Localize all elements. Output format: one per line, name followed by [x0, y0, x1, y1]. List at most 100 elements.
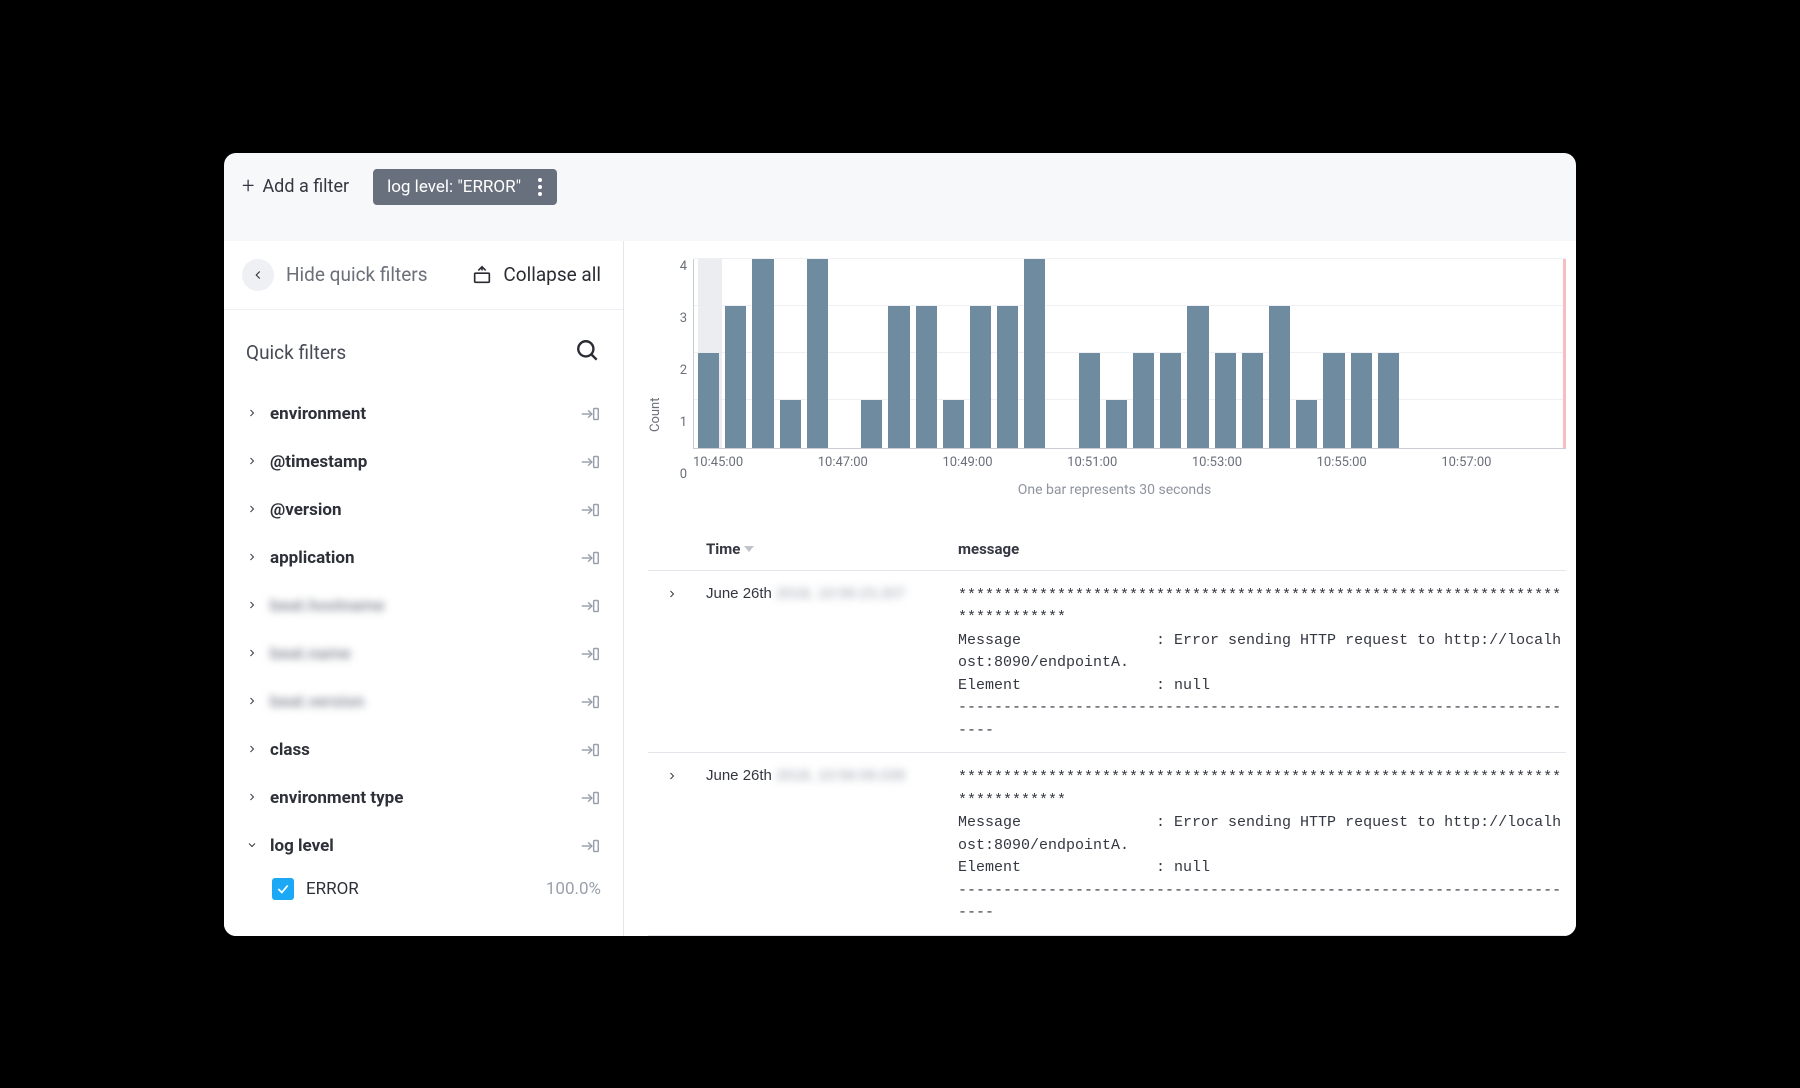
histogram-bar[interactable] — [1269, 306, 1290, 448]
histogram-bar[interactable] — [1215, 353, 1236, 448]
histogram-bar[interactable] — [725, 306, 746, 448]
move-column-icon[interactable] — [579, 692, 601, 712]
quick-filter-label: beat.version — [270, 692, 364, 712]
table-row: June 26th 2018, 10:56:09.039************… — [648, 753, 1566, 936]
x-tick: 10:45:00 — [693, 455, 818, 470]
quick-filter-label: application — [270, 548, 355, 568]
histogram-bar[interactable] — [752, 259, 773, 448]
quick-filter-label: @version — [270, 500, 342, 520]
histogram-chart: Count 43210 10:45:0010:47:0010:49:0010:5… — [648, 259, 1566, 530]
quick-filter-item-log-level[interactable]: log level — [246, 822, 601, 870]
histogram-bar[interactable] — [943, 400, 964, 447]
histogram-bar[interactable] — [1323, 353, 1344, 448]
x-tick: 10:47:00 — [818, 455, 943, 470]
quick-filter-item-beat-version[interactable]: beat.version — [246, 678, 601, 726]
expand-row-button[interactable] — [666, 585, 706, 605]
add-filter-button[interactable]: + Add a filter — [242, 174, 349, 199]
quick-filter-item-beat-hostname[interactable]: beat.hostname — [246, 582, 601, 630]
content-pane: Count 43210 10:45:0010:47:0010:49:0010:5… — [624, 241, 1576, 936]
quick-filter-label: log level — [270, 836, 334, 856]
histogram-bar[interactable] — [1079, 353, 1100, 448]
quick-filter-item-environment[interactable]: environment — [246, 390, 601, 438]
move-column-icon[interactable] — [579, 836, 601, 856]
chart-y-ticks: 43210 — [663, 259, 687, 482]
quick-filter-item-application[interactable]: application — [246, 534, 601, 582]
chevron-right-icon — [246, 596, 260, 616]
quick-filter-label: beat.name — [270, 644, 351, 664]
column-header-message[interactable]: message — [958, 540, 1566, 558]
chevron-right-icon — [246, 500, 260, 520]
quick-filter-item--version[interactable]: @version — [246, 486, 601, 534]
chevron-right-icon — [246, 692, 260, 712]
y-tick: 4 — [663, 259, 687, 274]
histogram-bar[interactable] — [780, 400, 801, 447]
quick-filter-item--timestamp[interactable]: @timestamp — [246, 438, 601, 486]
quick-filter-label: beat.hostname — [270, 596, 384, 616]
quick-filter-item-environment-type[interactable]: environment type — [246, 774, 601, 822]
quick-filter-value-pct: 100.0% — [546, 879, 601, 899]
quick-filters-title: Quick filters — [246, 341, 346, 364]
x-tick: 10:53:00 — [1192, 455, 1317, 470]
histogram-bar[interactable] — [1106, 400, 1127, 447]
table-row: June 26th 2018, 10:56:23.207************… — [648, 571, 1566, 754]
x-tick: 10:51:00 — [1067, 455, 1192, 470]
expand-row-button[interactable] — [666, 767, 706, 787]
results-table-header: Time message — [648, 530, 1566, 571]
filter-bar: + Add a filter log level: "ERROR" — [224, 153, 1576, 241]
histogram-bar[interactable] — [698, 353, 719, 448]
histogram-bar[interactable] — [1024, 259, 1045, 448]
histogram-bar[interactable] — [997, 306, 1018, 448]
chart-end-marker — [1563, 259, 1566, 448]
x-tick: 10:55:00 — [1317, 455, 1442, 470]
chart-y-axis-label: Count — [648, 259, 663, 530]
filter-chip-loglevel[interactable]: log level: "ERROR" — [373, 169, 557, 205]
collapse-all-button[interactable]: Collapse all — [471, 263, 601, 286]
quick-filter-value-error[interactable]: ERROR100.0% — [246, 870, 601, 914]
chart-x-ticks: 10:45:0010:47:0010:49:0010:51:0010:53:00… — [693, 449, 1566, 470]
histogram-bar[interactable] — [1378, 353, 1399, 448]
chevron-right-icon — [246, 452, 260, 472]
quick-filter-label: @timestamp — [270, 452, 367, 472]
histogram-bar[interactable] — [1160, 353, 1181, 448]
chevron-down-icon — [246, 836, 260, 856]
chevron-right-icon — [246, 788, 260, 808]
plus-icon: + — [242, 174, 254, 199]
move-column-icon[interactable] — [579, 548, 601, 568]
chevron-left-icon — [242, 259, 274, 291]
chart-plot-area[interactable] — [693, 259, 1566, 449]
histogram-bar[interactable] — [1133, 353, 1154, 448]
checkbox-checked-icon[interactable] — [272, 878, 294, 900]
more-vertical-icon[interactable] — [531, 178, 549, 196]
chevron-right-icon — [246, 548, 260, 568]
move-column-icon[interactable] — [579, 452, 601, 472]
histogram-bar[interactable] — [861, 400, 882, 447]
move-column-icon[interactable] — [579, 788, 601, 808]
histogram-bar[interactable] — [1296, 400, 1317, 447]
move-column-icon[interactable] — [579, 500, 601, 520]
search-icon[interactable] — [575, 338, 601, 368]
move-column-icon[interactable] — [579, 596, 601, 616]
chart-caption: One bar represents 30 seconds — [663, 482, 1566, 498]
histogram-bar[interactable] — [1351, 353, 1372, 448]
quick-filter-item-class[interactable]: class — [246, 726, 601, 774]
y-tick: 1 — [663, 415, 687, 430]
move-column-icon[interactable] — [579, 404, 601, 424]
histogram-bar[interactable] — [1187, 306, 1208, 448]
hide-quick-filters-button[interactable]: Hide quick filters — [242, 259, 428, 291]
move-column-icon[interactable] — [579, 740, 601, 760]
add-filter-label: Add a filter — [262, 176, 349, 197]
x-tick: 10:57:00 — [1441, 455, 1566, 470]
quick-filter-item-beat-name[interactable]: beat.name — [246, 630, 601, 678]
move-column-icon[interactable] — [579, 644, 601, 664]
quick-filter-label: class — [270, 740, 310, 760]
histogram-bar[interactable] — [916, 306, 937, 448]
cell-time: June 26th 2018, 10:56:09.039 — [706, 767, 958, 784]
histogram-bar[interactable] — [888, 306, 909, 448]
cell-message: ****************************************… — [958, 585, 1566, 743]
y-tick: 2 — [663, 363, 687, 378]
histogram-bar[interactable] — [807, 259, 828, 448]
histogram-bar[interactable] — [1242, 353, 1263, 448]
x-tick: 10:49:00 — [942, 455, 1067, 470]
histogram-bar[interactable] — [970, 306, 991, 448]
column-header-time[interactable]: Time — [706, 540, 958, 558]
